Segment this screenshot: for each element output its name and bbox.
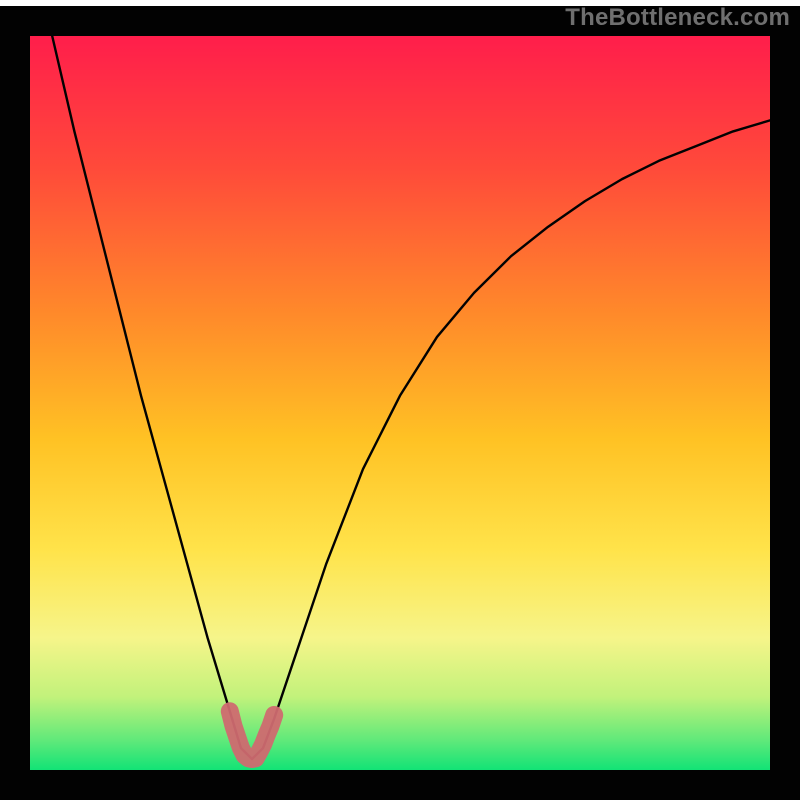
chart-frame <box>0 0 800 800</box>
watermark-text: TheBottleneck.com <box>565 4 790 32</box>
chart-background <box>30 36 770 770</box>
bottleneck-chart <box>0 0 800 800</box>
